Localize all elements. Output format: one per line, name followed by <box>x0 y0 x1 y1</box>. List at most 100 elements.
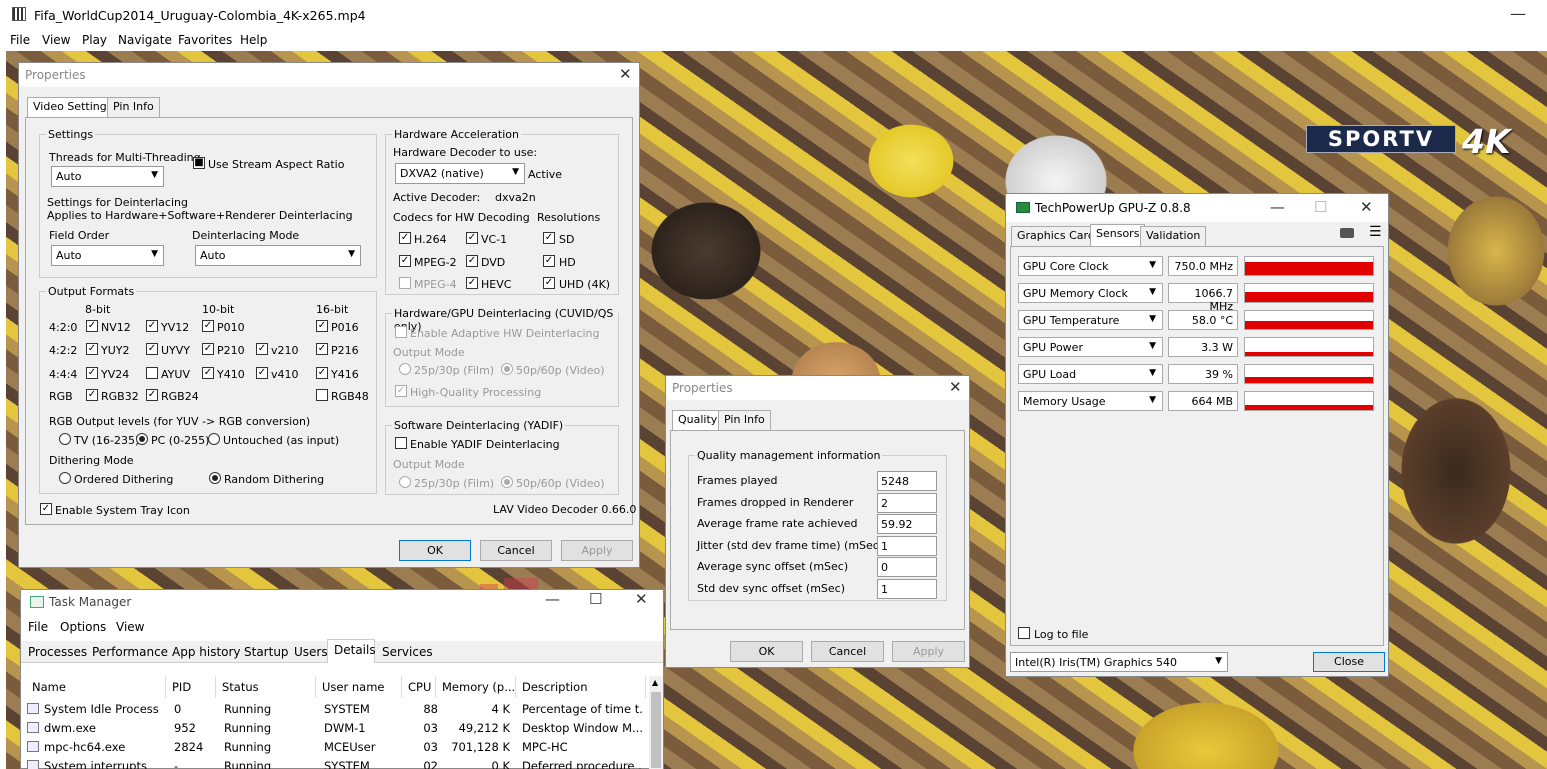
col-user[interactable]: User name <box>316 676 402 698</box>
sensor-name-select[interactable]: Memory Usage ▼ <box>1018 391 1163 411</box>
fmt-p210-checkbox[interactable]: ✓ <box>202 343 214 355</box>
hw-mode-video-radio[interactable] <box>501 363 513 375</box>
menu-play[interactable]: Play <box>82 33 107 47</box>
minimize-icon[interactable]: — <box>1270 198 1285 216</box>
fmt-v210-checkbox[interactable]: ✓ <box>256 343 268 355</box>
menu-help[interactable]: Help <box>240 33 267 47</box>
rgb-untouched-radio[interactable] <box>208 433 220 445</box>
table-row[interactable]: System interrupts - Running SYSTEM 02 0 K Defe… <box>21 757 649 769</box>
close-icon[interactable]: ✕ <box>635 590 648 608</box>
tm-tab-app-history[interactable]: App history <box>172 645 241 659</box>
sensor-name-select[interactable]: GPU Load ▼ <box>1018 364 1163 384</box>
fmt-p216-checkbox[interactable]: ✓ <box>316 343 328 355</box>
threads-select[interactable]: Auto ▼ <box>51 166 164 187</box>
chevron-down-icon[interactable]: ▼ <box>1149 260 1156 270</box>
chevron-down-icon[interactable]: ▼ <box>1149 314 1156 324</box>
col-cpu[interactable]: CPU <box>402 676 436 698</box>
tab-pin-info[interactable]: Pin Info <box>107 97 160 117</box>
sensor-name-select[interactable]: GPU Memory Clock ▼ <box>1018 283 1163 303</box>
fmt-rgb24-checkbox[interactable]: ✓ <box>146 389 158 401</box>
fmt-yuy2-checkbox[interactable]: ✓ <box>86 343 98 355</box>
tm-scroll-thumb[interactable] <box>651 692 661 768</box>
res-hd-checkbox[interactable]: ✓ <box>543 255 555 267</box>
codec-hevc-checkbox[interactable]: ✓ <box>466 277 478 289</box>
fmt-y416-checkbox[interactable]: ✓ <box>316 367 328 379</box>
col-description[interactable]: Description <box>516 676 646 698</box>
sensor-name-select[interactable]: GPU Core Clock ▼ <box>1018 256 1163 276</box>
fmt-y410-checkbox[interactable]: ✓ <box>202 367 214 379</box>
tab-graphics-card[interactable]: Graphics Card <box>1011 226 1101 246</box>
codec-mpeg4-checkbox[interactable] <box>399 277 411 289</box>
quality-apply-button[interactable]: Apply <box>892 641 965 662</box>
fmt-rgb48-checkbox[interactable] <box>316 389 328 401</box>
table-row[interactable]: dwm.exe 952 Running DWM-1 03 49,212 K Desktop … <box>21 719 649 738</box>
lav-cancel-button[interactable]: Cancel <box>480 540 552 561</box>
codec-vc1-checkbox[interactable]: ✓ <box>466 232 478 244</box>
gpuz-close-button[interactable]: Close <box>1313 652 1385 672</box>
deint-mode-select[interactable]: Auto ▼ <box>195 245 361 266</box>
table-row[interactable]: mpc-hc64.exe 2824 Running MCEUser 03 701,128 … <box>21 738 649 757</box>
codec-mpeg2-checkbox[interactable]: ✓ <box>399 255 411 267</box>
chevron-down-icon[interactable]: ▼ <box>1149 341 1156 351</box>
tm-tab-startup[interactable]: Startup <box>244 645 289 659</box>
menu-navigate[interactable]: Navigate <box>118 33 172 47</box>
tm-tab-details[interactable]: Details <box>334 643 376 657</box>
fmt-nv12-checkbox[interactable]: ✓ <box>86 320 98 332</box>
tab-quality[interactable]: Quality <box>672 410 724 432</box>
fmt-p010-checkbox[interactable]: ✓ <box>202 320 214 332</box>
tm-scrollbar[interactable]: ▲ <box>649 676 663 769</box>
fmt-rgb32-checkbox[interactable]: ✓ <box>86 389 98 401</box>
rgb-tv-radio[interactable] <box>59 433 71 445</box>
tm-tab-services[interactable]: Services <box>382 645 433 659</box>
close-icon[interactable]: ✕ <box>949 378 962 396</box>
fmt-ayuv-checkbox[interactable] <box>146 367 158 379</box>
chevron-down-icon[interactable]: ▼ <box>1149 395 1156 405</box>
dither-ordered-radio[interactable] <box>59 472 71 484</box>
maximize-icon[interactable]: ☐ <box>589 590 602 608</box>
codec-h264-checkbox[interactable]: ✓ <box>399 232 411 244</box>
col-name[interactable]: Name <box>26 676 166 698</box>
table-row[interactable]: System Idle Process 0 Running SYSTEM 88 4 K Pe… <box>21 700 649 719</box>
sw-mode-video-radio[interactable] <box>501 476 513 488</box>
fmt-yv24-checkbox[interactable]: ✓ <box>86 367 98 379</box>
minimize-icon[interactable]: — <box>1510 4 1526 23</box>
sensor-name-select[interactable]: GPU Temperature ▼ <box>1018 310 1163 330</box>
hw-mode-film-radio[interactable] <box>399 363 411 375</box>
maximize-icon[interactable]: ☐ <box>1314 198 1327 216</box>
field-order-select[interactable]: Auto ▼ <box>51 245 164 266</box>
hw-deint-checkbox[interactable] <box>395 326 407 338</box>
tab-sensors[interactable]: Sensors <box>1090 224 1146 246</box>
rgb-pc-radio[interactable] <box>136 433 148 445</box>
tray-icon-checkbox[interactable]: ✓ <box>40 503 52 515</box>
res-sd-checkbox[interactable]: ✓ <box>543 232 555 244</box>
menu-file[interactable]: File <box>10 33 30 47</box>
chevron-down-icon[interactable]: ▼ <box>1149 287 1156 297</box>
tm-menu-options[interactable]: Options <box>60 620 106 634</box>
col-status[interactable]: Status <box>216 676 316 698</box>
tm-menu-file[interactable]: File <box>28 620 48 634</box>
tm-tab-performance[interactable]: Performance <box>92 645 168 659</box>
tab-video-settings[interactable]: Video Settings <box>27 97 119 119</box>
tab-validation[interactable]: Validation <box>1140 226 1207 246</box>
fmt-yv12-checkbox[interactable]: ✓ <box>146 320 158 332</box>
menu-icon[interactable]: ☰ <box>1369 224 1382 240</box>
tm-tab-users[interactable]: Users <box>294 645 328 659</box>
close-icon[interactable]: ✕ <box>619 65 632 83</box>
tab-pin-info[interactable]: Pin Info <box>718 410 771 430</box>
tm-menu-view[interactable]: View <box>116 620 144 634</box>
hq-processing-checkbox[interactable]: ✓ <box>395 385 407 397</box>
yadif-checkbox[interactable] <box>395 437 407 449</box>
minimize-icon[interactable]: — <box>545 590 560 608</box>
chevron-up-icon[interactable]: ▲ <box>652 678 658 687</box>
chevron-down-icon[interactable]: ▼ <box>1149 368 1156 378</box>
tm-tab-processes[interactable]: Processes <box>28 645 87 659</box>
fmt-v410-checkbox[interactable]: ✓ <box>256 367 268 379</box>
fmt-uyvy-checkbox[interactable]: ✓ <box>146 343 158 355</box>
sw-mode-film-radio[interactable] <box>399 476 411 488</box>
menu-favorites[interactable]: Favorites <box>178 33 232 47</box>
lav-ok-button[interactable]: OK <box>399 540 471 561</box>
quality-cancel-button[interactable]: Cancel <box>811 641 884 662</box>
aspect-ratio-checkbox[interactable]: ■ <box>193 157 205 169</box>
codec-dvd-checkbox[interactable]: ✓ <box>466 255 478 267</box>
camera-icon[interactable] <box>1340 228 1354 238</box>
